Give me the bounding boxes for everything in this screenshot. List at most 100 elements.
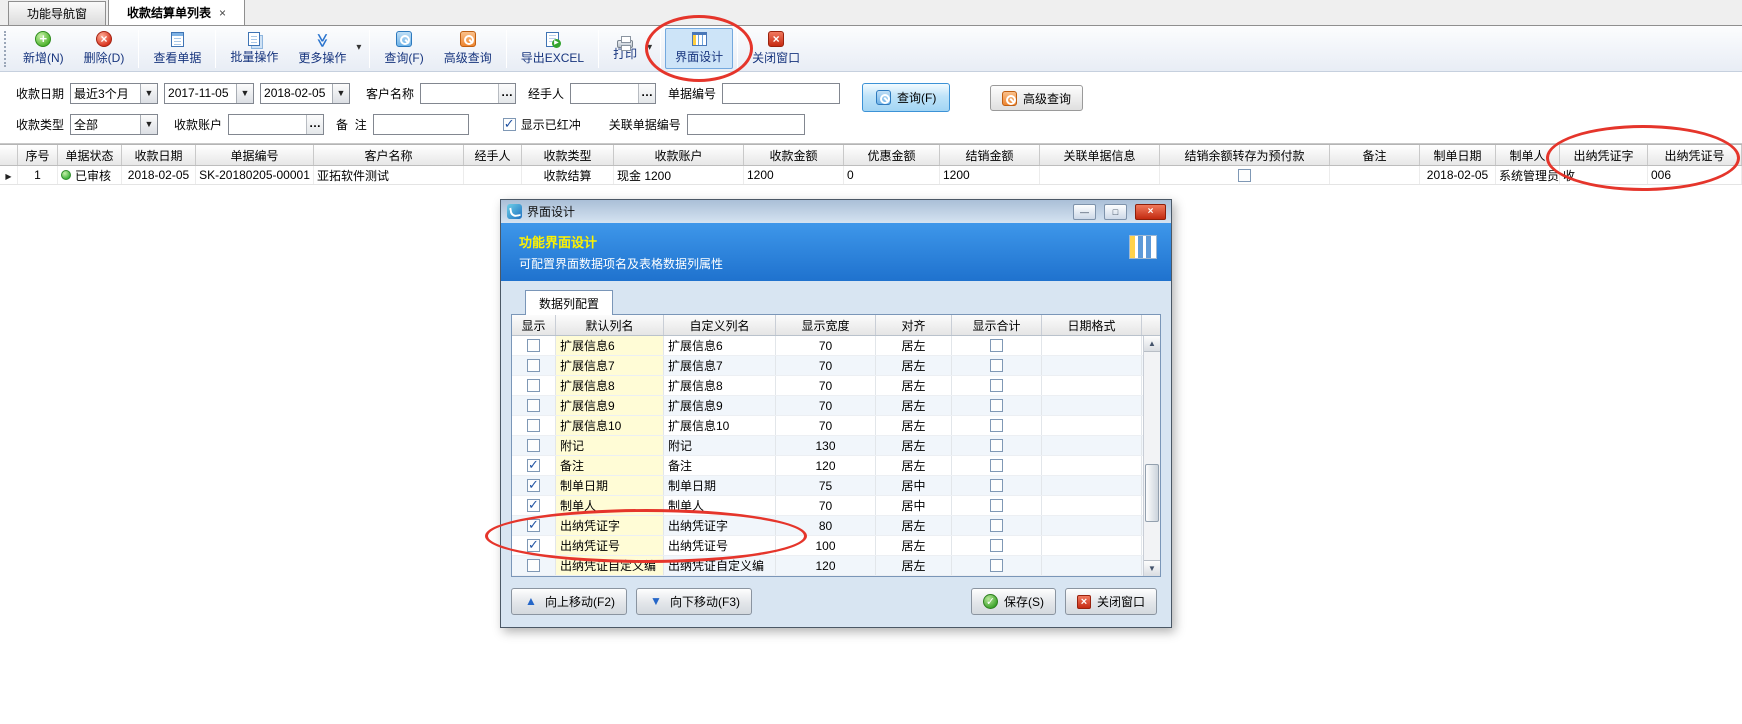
scroll-down-icon[interactable]: ▼ bbox=[1144, 560, 1160, 576]
column-config-row[interactable]: 扩展信息10扩展信息1070居左 bbox=[512, 416, 1143, 436]
config-column-header[interactable]: 日期格式 bbox=[1042, 315, 1142, 335]
ellipsis-lookup-icon[interactable] bbox=[498, 84, 515, 103]
config-cell-custom-name[interactable]: 扩展信息6 bbox=[664, 336, 776, 355]
config-cell-width[interactable]: 120 bbox=[776, 456, 876, 475]
config-column-header[interactable]: 显示宽度 bbox=[776, 315, 876, 335]
column-config-row[interactable]: 扩展信息7扩展信息770居左 bbox=[512, 356, 1143, 376]
config-cell-align[interactable]: 居左 bbox=[876, 356, 952, 375]
config-cell-align[interactable]: 居左 bbox=[876, 416, 952, 435]
toolbar-print-button[interactable]: 打印 bbox=[603, 31, 656, 66]
show-total-checkbox[interactable] bbox=[990, 379, 1003, 392]
show-checkbox[interactable] bbox=[527, 559, 540, 572]
config-cell-width[interactable]: 70 bbox=[776, 416, 876, 435]
toolbar-export-excel-button[interactable]: 导出EXCEL bbox=[511, 28, 594, 70]
grid-column-header[interactable]: 关联单据信息 bbox=[1040, 145, 1160, 165]
toolbar-view-doc-button[interactable]: 查看单据 bbox=[143, 28, 211, 70]
toolbar-adv-query-button[interactable]: 高级查询 bbox=[434, 27, 502, 70]
tab-close-icon[interactable] bbox=[219, 6, 226, 20]
config-cell-custom-name[interactable]: 附记 bbox=[664, 436, 776, 455]
config-cell-date-format[interactable] bbox=[1042, 436, 1142, 455]
config-cell-custom-name[interactable]: 制单人 bbox=[664, 496, 776, 515]
config-cell-custom-name[interactable]: 备注 bbox=[664, 456, 776, 475]
config-cell-align[interactable]: 居左 bbox=[876, 376, 952, 395]
config-cell-align[interactable]: 居左 bbox=[876, 456, 952, 475]
doc-number-input[interactable] bbox=[723, 84, 839, 103]
show-checkbox[interactable] bbox=[527, 439, 540, 452]
config-cell-width[interactable]: 70 bbox=[776, 496, 876, 515]
config-cell-date-format[interactable] bbox=[1042, 536, 1142, 555]
handler-field[interactable] bbox=[570, 83, 656, 104]
chevron-down-icon[interactable] bbox=[356, 42, 361, 53]
column-config-row[interactable]: 制单人制单人70居中 bbox=[512, 496, 1143, 516]
grid-column-header[interactable]: 备注 bbox=[1330, 145, 1420, 165]
config-column-header[interactable]: 默认列名 bbox=[556, 315, 664, 335]
show-total-checkbox[interactable] bbox=[990, 539, 1003, 552]
config-cell-align[interactable]: 居左 bbox=[876, 336, 952, 355]
grid-column-header[interactable]: 制单人 bbox=[1496, 145, 1560, 165]
table-row[interactable]: 1已审核2018-02-05SK-20180205-00001亚拓软件测试收款结… bbox=[0, 166, 1742, 185]
show-checkbox[interactable] bbox=[527, 399, 540, 412]
grid-column-header[interactable]: 收款金额 bbox=[744, 145, 844, 165]
date-to-combobox[interactable]: 2018-02-05 bbox=[260, 83, 350, 104]
show-checkbox[interactable] bbox=[527, 379, 540, 392]
tab-receipt-settlement-list[interactable]: 收款结算单列表 bbox=[108, 0, 245, 25]
config-cell-date-format[interactable] bbox=[1042, 516, 1142, 535]
row-checkbox[interactable] bbox=[1238, 169, 1251, 182]
column-config-row[interactable]: 备注备注120居左 bbox=[512, 456, 1143, 476]
close-button[interactable]: × bbox=[1135, 204, 1166, 220]
move-up-button[interactable]: 向上移动(F2) bbox=[511, 588, 627, 615]
grid-column-header[interactable]: 结销金额 bbox=[940, 145, 1040, 165]
receipt-account-input[interactable] bbox=[229, 115, 306, 134]
dialog-title-bar[interactable]: 界面设计 — □ × bbox=[501, 200, 1171, 223]
chevron-down-icon[interactable] bbox=[332, 84, 349, 103]
show-total-checkbox[interactable] bbox=[990, 439, 1003, 452]
show-checkbox[interactable] bbox=[527, 499, 540, 512]
handler-input[interactable] bbox=[571, 84, 638, 103]
scroll-up-icon[interactable]: ▲ bbox=[1144, 336, 1160, 352]
show-checkbox[interactable] bbox=[527, 479, 540, 492]
related-doc-field[interactable] bbox=[687, 114, 805, 135]
show-total-checkbox[interactable] bbox=[990, 359, 1003, 372]
customer-name-input[interactable] bbox=[421, 84, 498, 103]
config-cell-date-format[interactable] bbox=[1042, 396, 1142, 415]
vertical-scrollbar[interactable]: ▲ ▼ bbox=[1143, 336, 1160, 576]
config-cell-width[interactable]: 70 bbox=[776, 396, 876, 415]
config-cell-date-format[interactable] bbox=[1042, 456, 1142, 475]
toolbar-query-button[interactable]: 查询(F) bbox=[374, 27, 433, 70]
config-cell-width[interactable]: 70 bbox=[776, 356, 876, 375]
move-down-button[interactable]: 向下移动(F3) bbox=[636, 588, 752, 615]
scrollbar-thumb[interactable] bbox=[1145, 464, 1159, 522]
grid-column-header[interactable]: 优惠金额 bbox=[844, 145, 940, 165]
grid-column-header[interactable]: 客户名称 bbox=[314, 145, 464, 165]
config-cell-align[interactable]: 居中 bbox=[876, 496, 952, 515]
config-cell-date-format[interactable] bbox=[1042, 416, 1142, 435]
tab-function-navigation[interactable]: 功能导航窗 bbox=[8, 1, 106, 25]
config-cell-custom-name[interactable]: 出纳凭证自定义编 bbox=[664, 556, 776, 575]
show-total-checkbox[interactable] bbox=[990, 419, 1003, 432]
config-cell-custom-name[interactable]: 出纳凭证号 bbox=[664, 536, 776, 555]
config-cell-custom-name[interactable]: 出纳凭证字 bbox=[664, 516, 776, 535]
chevron-down-icon[interactable] bbox=[140, 84, 157, 103]
toolbar-close-window-button[interactable]: 关闭窗口 bbox=[742, 27, 810, 70]
config-cell-custom-name[interactable]: 制单日期 bbox=[664, 476, 776, 495]
config-cell-date-format[interactable] bbox=[1042, 376, 1142, 395]
customer-name-field[interactable] bbox=[420, 83, 516, 104]
config-cell-width[interactable]: 70 bbox=[776, 376, 876, 395]
maximize-button[interactable]: □ bbox=[1104, 204, 1127, 220]
config-cell-align[interactable]: 居左 bbox=[876, 396, 952, 415]
grid-column-header[interactable]: 经手人 bbox=[464, 145, 522, 165]
toolbar-delete-button[interactable]: 删除(D) bbox=[74, 27, 135, 70]
config-cell-width[interactable]: 80 bbox=[776, 516, 876, 535]
toolbar-add-button[interactable]: 新增(N) bbox=[13, 27, 74, 70]
ellipsis-lookup-icon[interactable] bbox=[638, 84, 655, 103]
column-config-row[interactable]: 制单日期制单日期75居中 bbox=[512, 476, 1143, 496]
column-config-row[interactable]: 附记附记130居左 bbox=[512, 436, 1143, 456]
ellipsis-lookup-icon[interactable] bbox=[306, 115, 323, 134]
show-total-checkbox[interactable] bbox=[990, 339, 1003, 352]
config-cell-date-format[interactable] bbox=[1042, 556, 1142, 575]
config-cell-custom-name[interactable]: 扩展信息7 bbox=[664, 356, 776, 375]
show-checkbox[interactable] bbox=[527, 419, 540, 432]
grid-column-header[interactable]: 结销余额转存为预付款 bbox=[1160, 145, 1330, 165]
config-cell-custom-name[interactable]: 扩展信息8 bbox=[664, 376, 776, 395]
doc-number-field[interactable] bbox=[722, 83, 840, 104]
